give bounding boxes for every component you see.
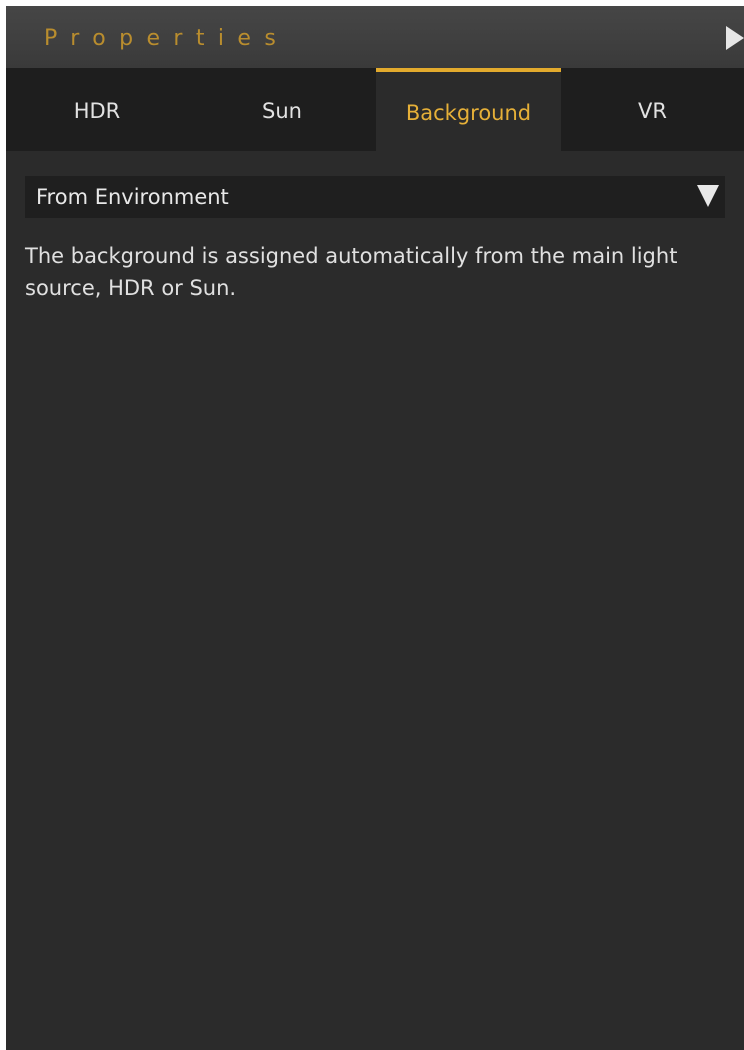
tab-sun-label: Sun [262, 98, 302, 123]
triangle-right-icon[interactable] [726, 26, 744, 50]
tab-hdr-label: HDR [73, 98, 121, 123]
panel-titlebar: Properties [6, 6, 744, 68]
tab-bar: HDR Sun Background VR [6, 68, 744, 151]
tab-vr[interactable]: VR [561, 68, 744, 151]
properties-panel: Properties HDR Sun Background VR From En… [6, 6, 744, 1050]
background-mode-select[interactable]: From Environment [25, 176, 725, 218]
tab-sun[interactable]: Sun [188, 68, 376, 151]
panel-title: Properties [44, 26, 290, 51]
background-description: The background is assigned automatically… [25, 244, 678, 300]
tab-background-label: Background [405, 100, 532, 125]
tab-background[interactable]: Background [376, 68, 561, 151]
tab-hdr[interactable]: HDR [6, 68, 188, 151]
triangle-down-icon[interactable] [697, 185, 719, 207]
background-mode-value: From Environment [36, 185, 229, 209]
tab-vr-label: VR [638, 98, 667, 123]
